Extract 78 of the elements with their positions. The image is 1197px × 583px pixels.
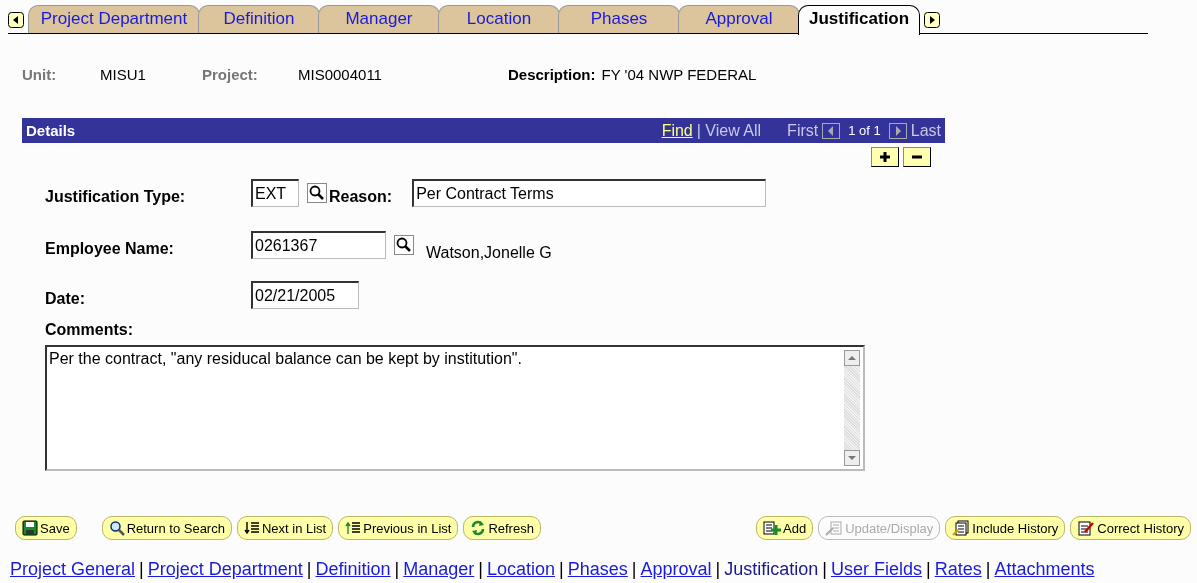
page-link[interactable]: Attachments [994,559,1095,580]
page-link[interactable]: Definition [315,559,391,580]
document-pencil-icon [1077,520,1096,536]
next-icon[interactable] [888,122,907,139]
link-separator: | [139,559,144,580]
link-separator: | [631,559,637,580]
page-link[interactable]: User Fields [830,559,922,580]
justification-type-label: Justification Type: [45,188,187,206]
link-separator: | [394,559,400,580]
scroll-down-icon[interactable] [844,450,860,466]
project-label: Project: [202,66,259,83]
reason-field[interactable]: Per Contract Terms [412,179,767,207]
toolbar-button[interactable]: Correct History [1070,516,1191,540]
link-separator: | [822,559,827,580]
link-separator: | [985,559,991,580]
tab[interactable]: Approval [678,5,800,33]
employee-name: Watson,Jonelle G [426,244,552,262]
delete-row-button[interactable] [903,147,931,167]
refresh-icon [470,520,487,536]
plus-icon [878,150,892,164]
tab[interactable]: Location [438,5,560,33]
page-link[interactable]: Approval [640,559,712,580]
search-icon [108,520,125,536]
edit-document-icon [825,520,844,536]
add-document-icon [763,520,782,536]
previous-icon[interactable] [822,122,841,139]
details-title: Details [26,122,76,139]
record-count: 1 of 1 [848,123,881,138]
view-all-link[interactable]: | View All [696,121,762,140]
page-link[interactable]: Rates [934,559,982,580]
page-link[interactable]: Manager [403,559,475,580]
toolbar-button[interactable]: Previous in List [338,516,459,540]
unit-label: Unit: [22,66,58,83]
page-link[interactable]: Location [487,559,556,580]
link-separator: | [925,559,931,580]
toolbar-button[interactable]: Save [15,516,77,540]
toolbar-button[interactable]: Refresh [463,516,541,540]
comments-label: Comments: [45,321,134,339]
page-link[interactable]: Project General [10,559,136,580]
comments-field[interactable]: Per the contract, "any residucal balance can be kept by institution". [45,345,865,471]
search-icon[interactable] [394,235,414,255]
toolbar-button[interactable]: Include History [945,516,1066,540]
scroll-right-icon[interactable] [924,12,941,28]
down-arrow-list-icon [243,520,260,536]
documents-pencil-icon [952,520,971,536]
toolbar-button[interactable]: Return to Search [101,516,232,540]
toolbar-button[interactable]: Next in List [236,516,334,540]
link-separator: | [306,559,312,580]
tab[interactable]: Manager [318,5,440,33]
link-separator: | [478,559,483,580]
description-label: Description: [508,66,596,83]
last-link[interactable]: Last [910,121,941,140]
reason-label: Reason: [329,188,393,206]
justification-type-field[interactable]: EXT [251,179,299,207]
scroll-left-icon[interactable] [8,12,24,28]
link-separator: | [715,559,721,580]
add-row-button[interactable] [871,147,899,167]
page-link[interactable]: Justification [724,559,819,580]
tab[interactable]: Justification [798,5,921,35]
scroll-up-icon[interactable] [844,350,860,366]
toolbar-button[interactable]: Add [756,516,814,540]
first-link[interactable]: First [787,121,819,140]
employee-id-field[interactable]: 0261367 [251,231,386,259]
employee-name-label: Employee Name: [45,240,175,258]
tab[interactable]: Definition [198,5,320,33]
page-link[interactable]: Phases [567,559,628,580]
search-icon[interactable] [307,183,327,203]
project-value: MIS0004011 [298,66,383,83]
link-separator: | [559,559,564,580]
date-label: Date: [45,290,86,308]
page-link[interactable]: Project Department [147,559,303,580]
up-arrow-list-icon [345,520,362,536]
tab[interactable]: Project Department [28,5,200,33]
tab[interactable]: Phases [558,5,680,33]
find-link[interactable]: Find [661,121,693,140]
unit-value: MISU1 [100,66,147,83]
date-field[interactable]: 02/21/2005 [251,281,359,309]
description-value: FY '04 NWP FEDERAL [601,66,757,83]
